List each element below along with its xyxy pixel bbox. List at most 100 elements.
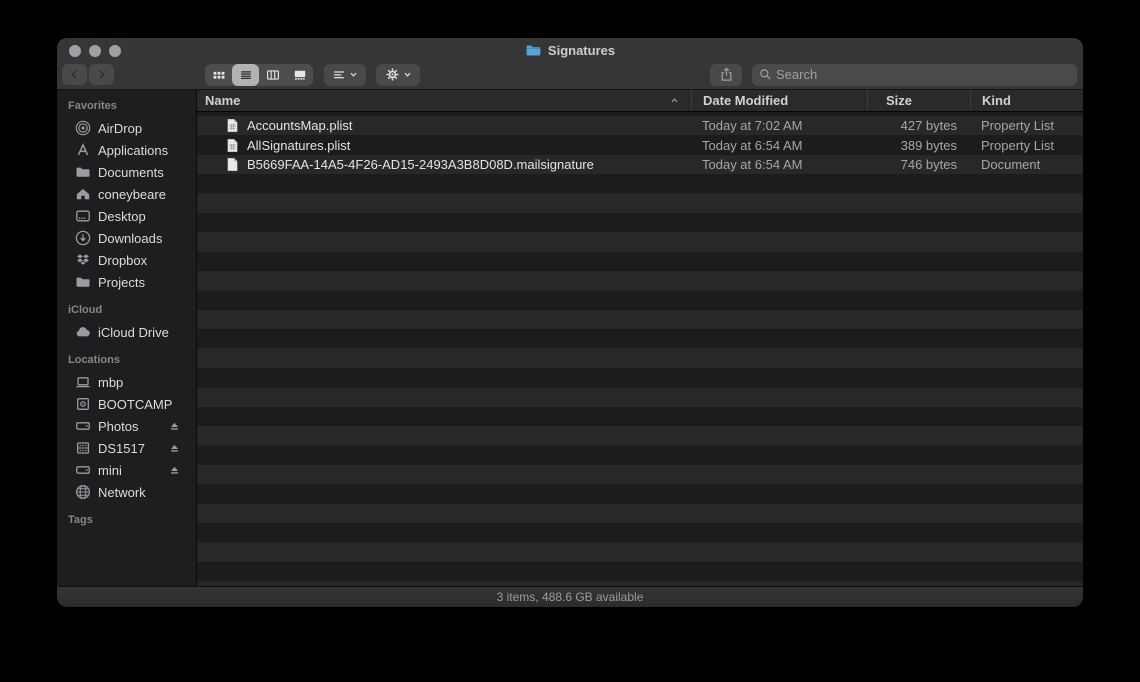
folder-icon xyxy=(525,42,542,59)
eject-icon[interactable] xyxy=(168,442,181,455)
sidebar-item-label: Dropbox xyxy=(98,253,147,268)
minimize-button[interactable] xyxy=(89,45,101,57)
list-view-button[interactable] xyxy=(232,64,259,86)
sidebar-item-desktop[interactable]: Desktop xyxy=(57,205,196,227)
sidebar-item-airdrop[interactable]: AirDrop xyxy=(57,117,196,139)
column-header-row: Name Date Modified Size Kind xyxy=(197,90,1083,112)
sidebar-item-label: Network xyxy=(98,485,146,500)
back-button[interactable] xyxy=(62,64,87,85)
sidebar-item-projects[interactable]: Projects xyxy=(57,271,196,293)
sidebar-item-dropbox[interactable]: Dropbox xyxy=(57,249,196,271)
status-text: 3 items, 488.6 GB available xyxy=(497,590,644,604)
sidebar-item-downloads[interactable]: Downloads xyxy=(57,227,196,249)
sidebar-item-label: Projects xyxy=(98,275,145,290)
view-switcher xyxy=(205,64,313,86)
finder-window: Signatures xyxy=(57,38,1083,607)
sidebar-item-label: Desktop xyxy=(98,209,146,224)
window-chrome: Signatures xyxy=(57,38,1083,90)
external-drive-icon xyxy=(75,462,91,478)
action-menu-button[interactable] xyxy=(376,64,420,86)
empty-list-stripes xyxy=(197,174,1083,586)
search-field[interactable] xyxy=(752,64,1077,86)
desktop-icon xyxy=(75,208,91,224)
file-name-cell: B5669FAA-14A5-4F26-AD15-2493A3B8D08D.mai… xyxy=(197,157,691,172)
sidebar-item-label: DS1517 xyxy=(98,441,145,456)
sidebar-item-label: mbp xyxy=(98,375,123,390)
file-name: AllSignatures.plist xyxy=(247,138,350,153)
group-by-button[interactable] xyxy=(324,64,366,86)
home-icon xyxy=(75,186,91,202)
column-header-size[interactable]: Size xyxy=(867,90,970,111)
sidebar-item-label: mini xyxy=(98,463,122,478)
folder-icon xyxy=(75,164,91,180)
traffic-lights xyxy=(69,45,121,57)
nas-icon xyxy=(75,440,91,456)
search-input[interactable] xyxy=(776,67,1070,82)
file-row[interactable]: B5669FAA-14A5-4F26-AD15-2493A3B8D08D.mai… xyxy=(197,155,1083,174)
column-label: Date Modified xyxy=(703,93,788,108)
file-kind: Document xyxy=(970,157,1083,172)
column-view-icon xyxy=(266,68,280,82)
downloads-icon xyxy=(75,230,91,246)
file-name-cell: AccountsMap.plist xyxy=(197,118,691,133)
sidebar-item-icloud-drive[interactable]: iCloud Drive xyxy=(57,321,196,343)
chevron-left-icon xyxy=(68,68,81,81)
file-date-modified: Today at 6:54 AM xyxy=(691,157,867,172)
eject-icon[interactable] xyxy=(168,464,181,477)
sidebar-section-label: Favorites xyxy=(57,98,196,117)
sidebar-item-label: Photos xyxy=(98,419,138,434)
file-size: 427 bytes xyxy=(867,118,970,133)
icon-view-button[interactable] xyxy=(205,64,232,86)
sidebar-section-icloud: iCloudiCloud Drive xyxy=(57,302,196,343)
column-header-kind[interactable]: Kind xyxy=(970,90,1083,111)
file-kind: Property List xyxy=(970,138,1083,153)
airdrop-icon xyxy=(75,120,91,136)
sidebar-item-ds1517[interactable]: DS1517 xyxy=(57,437,196,459)
file-name: AccountsMap.plist xyxy=(247,118,353,133)
titlebar: Signatures xyxy=(57,38,1083,62)
grid-view-icon xyxy=(212,68,226,82)
document-file-icon xyxy=(225,157,240,172)
file-kind: Property List xyxy=(970,118,1083,133)
window-main: Favorites AirDrop Applications Documentscon… xyxy=(57,90,1083,586)
eject-icon[interactable] xyxy=(168,420,181,433)
file-size: 389 bytes xyxy=(867,138,970,153)
forward-button[interactable] xyxy=(89,64,114,85)
sidebar-item-mini[interactable]: mini xyxy=(57,459,196,481)
gallery-view-button[interactable] xyxy=(286,64,313,86)
sidebar-item-network[interactable]: Network xyxy=(57,481,196,503)
file-list: Name Date Modified Size Kind AccountsMap… xyxy=(197,90,1083,586)
sidebar-item-documents[interactable]: Documents xyxy=(57,161,196,183)
sidebar-item-bootcamp[interactable]: BOOTCAMP xyxy=(57,393,196,415)
sidebar-item-coneybeare[interactable]: coneybeare xyxy=(57,183,196,205)
sidebar-item-applications[interactable]: Applications xyxy=(57,139,196,161)
sidebar-item-label: AirDrop xyxy=(98,121,142,136)
close-button[interactable] xyxy=(69,45,81,57)
chevron-down-icon xyxy=(349,70,358,79)
sort-ascending-icon xyxy=(670,96,679,105)
plist-file-icon xyxy=(225,138,240,153)
laptop-icon xyxy=(75,374,91,390)
file-row[interactable]: AccountsMap.plistToday at 7:02 AM427 byt… xyxy=(197,116,1083,135)
column-view-button[interactable] xyxy=(259,64,286,86)
column-label: Size xyxy=(886,93,912,108)
chevron-down-icon xyxy=(403,70,412,79)
gallery-view-icon xyxy=(293,68,307,82)
file-name: B5669FAA-14A5-4F26-AD15-2493A3B8D08D.mai… xyxy=(247,157,594,172)
column-label: Name xyxy=(205,93,240,108)
sidebar-item-label: BOOTCAMP xyxy=(98,397,172,412)
column-header-name[interactable]: Name xyxy=(197,90,691,111)
sidebar-section-favorites: Favorites AirDrop Applications Documentscon… xyxy=(57,98,196,293)
sidebar-item-label: Applications xyxy=(98,143,168,158)
external-drive-icon xyxy=(75,418,91,434)
file-row[interactable]: AllSignatures.plistToday at 6:54 AM389 b… xyxy=(197,135,1083,154)
sidebar-item-label: Downloads xyxy=(98,231,162,246)
sidebar-item-mbp[interactable]: mbp xyxy=(57,371,196,393)
group-by-icon xyxy=(332,68,346,82)
zoom-button[interactable] xyxy=(109,45,121,57)
sidebar-item-photos[interactable]: Photos xyxy=(57,415,196,437)
internal-drive-icon xyxy=(75,396,91,412)
share-button[interactable] xyxy=(710,64,742,86)
dropbox-icon xyxy=(75,252,91,268)
column-header-date-modified[interactable]: Date Modified xyxy=(691,90,867,111)
